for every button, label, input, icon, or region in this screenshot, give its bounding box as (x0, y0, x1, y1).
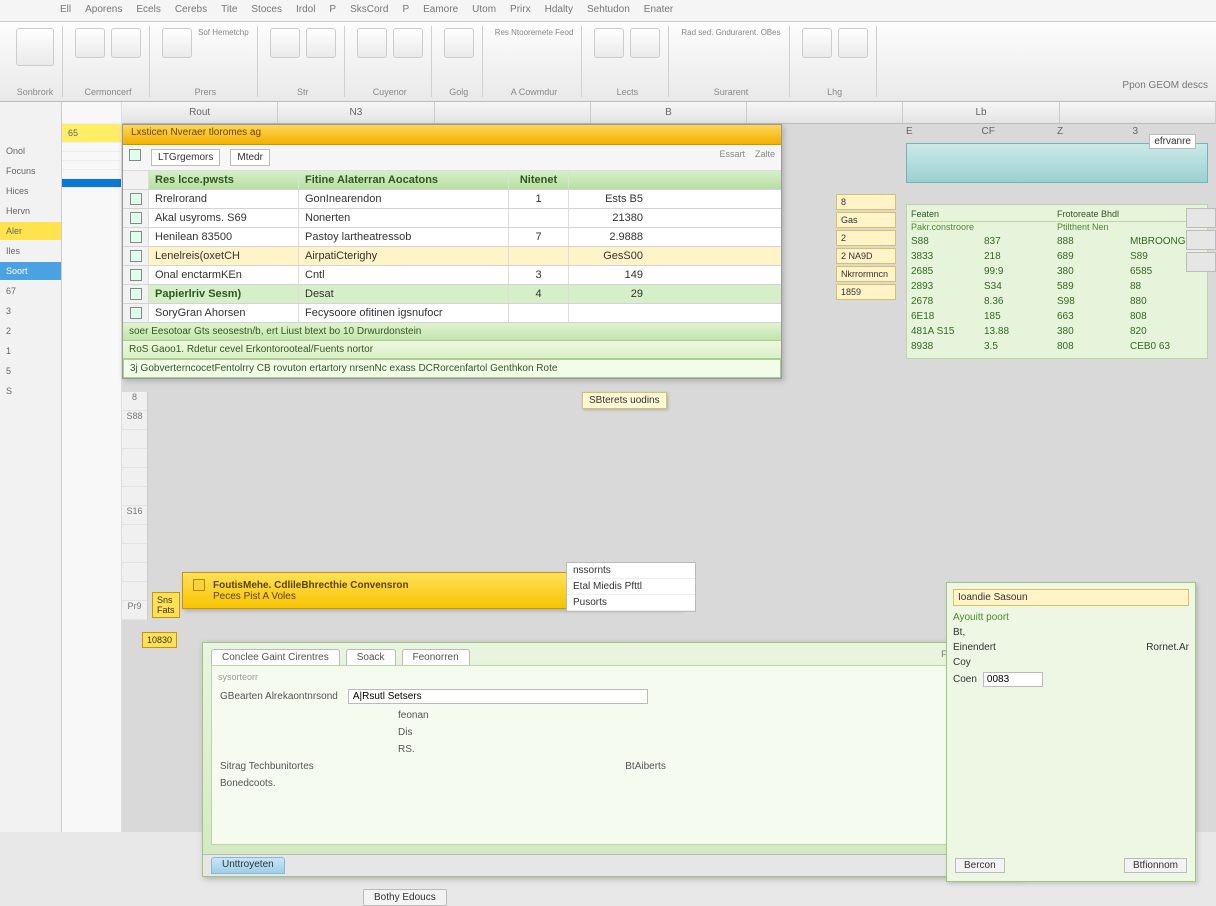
grid-row[interactable]: 26788.36S98880 (911, 294, 1203, 309)
ribbon-btn[interactable] (270, 28, 300, 58)
sheet-tab[interactable]: Unttroyeten (211, 857, 285, 874)
table-window-title: Lxsticen Nveraer tloromes ag (123, 125, 781, 145)
tab[interactable]: Irdol (296, 4, 315, 21)
table-header: Res lcce.pwsts Fitine Alaterran Aocatons… (123, 171, 781, 190)
warning-icon (193, 579, 205, 591)
panel-button[interactable]: Btfionnom (1124, 858, 1187, 873)
tab[interactable]: SksCord (350, 4, 388, 21)
dialog-tab[interactable]: Conclee Gaint Cirentres (211, 649, 340, 665)
tab[interactable]: Aporens (85, 4, 122, 21)
zone-input[interactable]: efrvanre (1149, 134, 1196, 149)
data-grid: FeatenFrotoreate Bhdl Pakr.constroorePti… (906, 204, 1208, 359)
grid-row[interactable]: 268599:93806585 (911, 264, 1203, 279)
grid-row[interactable]: 2893S3458988 (911, 279, 1203, 294)
grid-row[interactable]: 3833218689S89 (911, 249, 1203, 264)
left-rail: Onol Focuns Hices Hervn Aler Iles Soort … (0, 102, 62, 832)
ribbon-btn[interactable] (75, 28, 105, 58)
table-row[interactable]: Papierlriv Sesm)Desat429 (123, 285, 781, 304)
panel-title: Ioandie Sasoun (953, 589, 1189, 606)
table-row[interactable]: Henilean 83500Pastoy lartheatressob72.98… (123, 228, 781, 247)
table-row[interactable]: Akal usyroms. S69Nonerten21380 (123, 209, 781, 228)
green-long-bar[interactable]: 3j GobverterncocetFentolrry CB rovuton e… (123, 359, 781, 378)
search-label: Ppon GEOM descs (1122, 80, 1208, 91)
ribbon-btn[interactable] (16, 28, 54, 66)
tab[interactable]: Utom (472, 4, 496, 21)
ribbon-btn[interactable] (162, 28, 192, 58)
tab[interactable]: Ecels (136, 4, 160, 21)
panel-button[interactable]: Bercon (955, 858, 1005, 873)
table-window: Lxsticen Nveraer tloromes ag LTGrgemors … (122, 124, 782, 379)
table-row[interactable]: SoryGran AhorsenFecysoore ofitinen igsnu… (123, 304, 781, 323)
main-area: Ppon GEOM descs Rout N3 B Lb 8S88 S16Pr9… (122, 102, 1216, 832)
dialog: Conclee Gaint Cirentres Soack Feonorren … (202, 642, 1022, 877)
field-label: Sitrag Techbunitortes (220, 761, 314, 772)
dialog-tab[interactable]: Soack (346, 649, 396, 665)
field-label: GBearten Alrekaontnrsond (220, 691, 338, 702)
ribbon-btn[interactable] (594, 28, 624, 58)
ribbon-btn[interactable] (111, 28, 141, 58)
table-row[interactable]: Onal enctarmKEnCntl3149 (123, 266, 781, 285)
tab[interactable]: P (402, 4, 409, 21)
tab[interactable]: Eamore (423, 4, 458, 21)
dropdown-1[interactable]: LTGrgemors (151, 149, 220, 166)
row-numbers: 8S88 S16Pr9 (122, 392, 148, 620)
drop-list[interactable]: nssornts Etal Miedis Pfttl Pusorts (566, 562, 696, 612)
ribbon-btn[interactable] (393, 28, 423, 58)
green-bar[interactable]: RoS Gaoo1. Rdetur cevel Erkontorooteal/F… (123, 341, 781, 359)
ribbon-btn[interactable] (630, 28, 660, 58)
right-data: E CF Z 3 efrvanre 8 Gas 2 2 NA9D Nkrrorm… (836, 124, 1216, 574)
side-item[interactable]: 65 (62, 124, 121, 143)
tab[interactable]: Cerebs (175, 4, 207, 21)
tab[interactable]: Prirx (510, 4, 531, 21)
dropdown-2[interactable]: Mtedr (230, 149, 270, 166)
grid-row[interactable]: S88837888MtBROONG (911, 234, 1203, 249)
grid-row[interactable]: 6E18185663808 (911, 309, 1203, 324)
tab[interactable]: Stoces (251, 4, 282, 21)
ribbon-btn[interactable] (357, 28, 387, 58)
table-row[interactable]: RrelrorandGonInearendon1Ests B5 (123, 190, 781, 209)
dialog-input[interactable] (348, 689, 648, 704)
ribbon-tabs: Ell Aporens Ecels Cerebs Tite Stoces Ird… (0, 0, 1216, 22)
tab[interactable]: Hdalty (545, 4, 573, 21)
ribbon-btn[interactable] (838, 28, 868, 58)
ribbon-btn[interactable] (802, 28, 832, 58)
green-bar[interactable]: soer Eesotoar Gts seosestn/b, ert Liust … (123, 323, 781, 341)
ribbon-btn[interactable] (444, 28, 474, 58)
tab[interactable]: Sehtudon (587, 4, 630, 21)
grid-row[interactable]: 89383.5808CEB0 63 (911, 339, 1203, 354)
dialog-button[interactable]: Bothy Edoucs (363, 889, 447, 906)
grid-row[interactable]: 481A S1513.88380820 (911, 324, 1203, 339)
conv-num: 10830 (142, 632, 177, 648)
panel-input[interactable] (983, 672, 1043, 687)
tab[interactable]: Enater (644, 4, 673, 21)
right-tabs (1186, 208, 1216, 274)
tab[interactable]: Ell (60, 4, 71, 21)
sheet-tabs: Unttroyeten (203, 854, 1021, 876)
tab[interactable]: Tite (221, 4, 237, 21)
conv-side: SnsFats (152, 592, 180, 618)
teal-zone[interactable] (906, 143, 1208, 183)
table-icon (129, 149, 141, 161)
ribbon: Sonbrork Cermoncerf Sof HemetchpPrers St… (0, 22, 1216, 102)
right-panel: Ioandie Sasoun Ayouitt poort Bt, Einende… (946, 582, 1196, 882)
column-headers: Rout N3 B Lb (122, 102, 1216, 124)
table-row[interactable]: Lenelreis(oxetCHAirpatiCterighyGesS00 (123, 247, 781, 266)
tab[interactable]: P (329, 4, 336, 21)
ribbon-btn[interactable] (306, 28, 336, 58)
side-col: 65 (62, 102, 122, 832)
tooltip-popup: SBterets uodins (582, 392, 667, 409)
dialog-tab[interactable]: Feonorren (402, 649, 470, 665)
side-stack: 8 Gas 2 2 NA9D Nkrrormncn 1859 (836, 194, 896, 302)
